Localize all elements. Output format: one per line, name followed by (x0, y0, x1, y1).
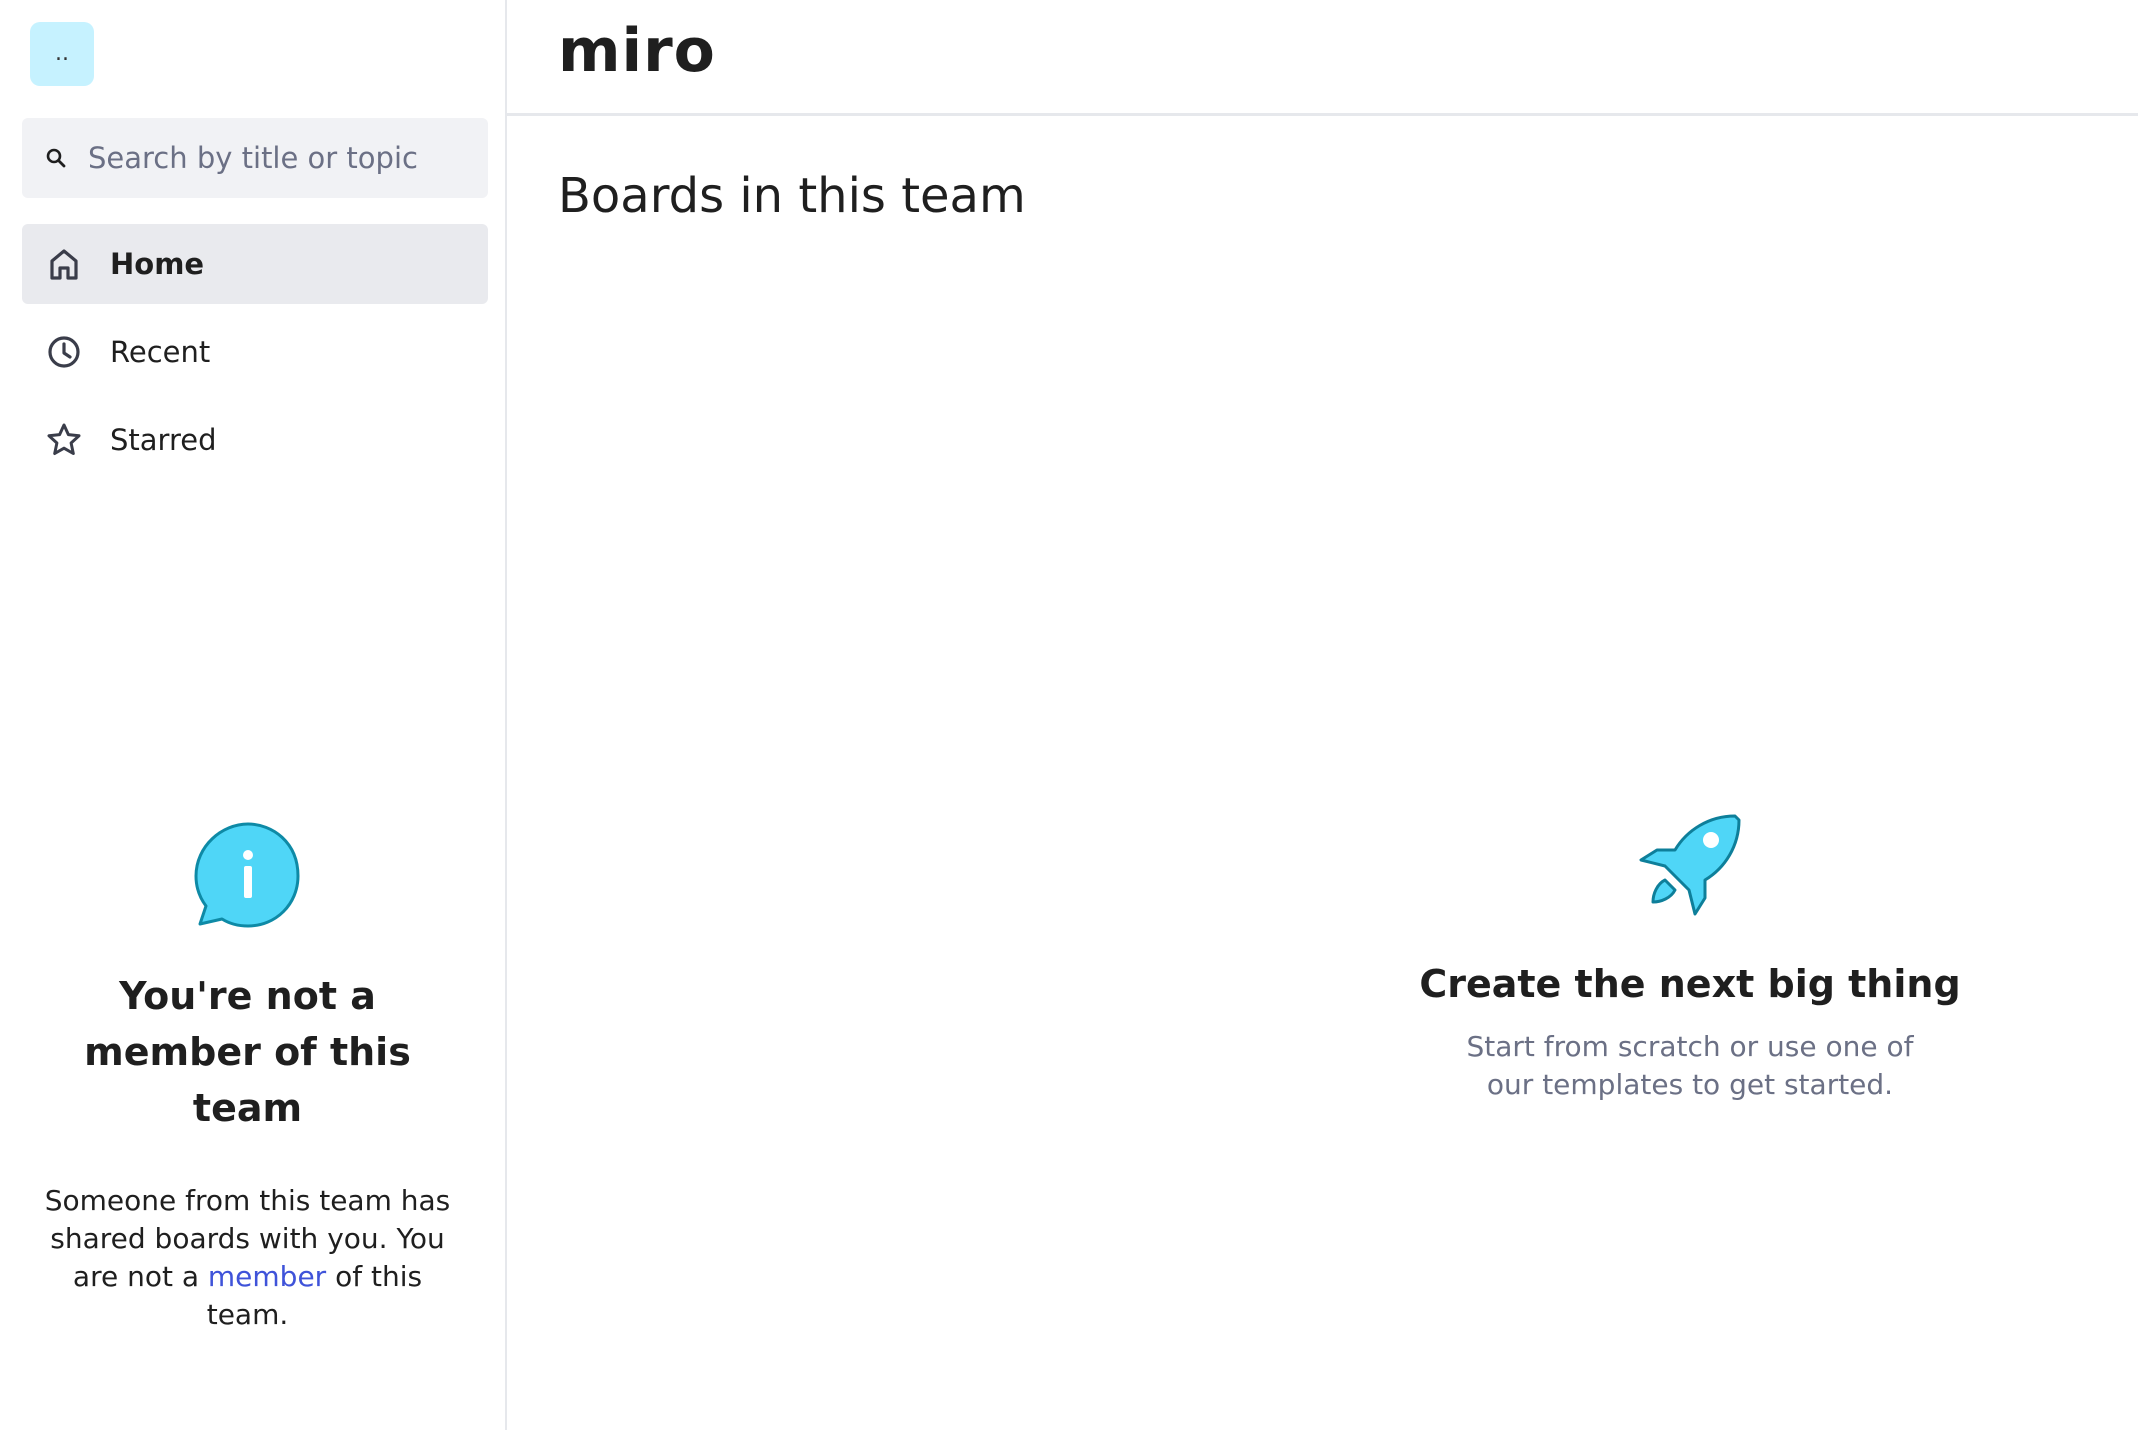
page-title: Boards in this team (558, 168, 1026, 224)
notice-title: You're not a member of this team (84, 974, 411, 1130)
empty-state-title: Create the next big thing (1419, 962, 1961, 1006)
miro-logo[interactable]: miro (558, 16, 716, 86)
not-member-notice: You're not a member of this team Someone… (0, 820, 495, 1334)
sidebar-item-label: Recent (110, 335, 211, 369)
sidebar-item-home[interactable]: Home (22, 224, 488, 304)
team-avatar[interactable]: .. (30, 22, 94, 86)
rocket-icon (1639, 814, 1741, 916)
top-header: miro (507, 0, 2138, 116)
sidebar-item-label: Starred (110, 423, 217, 457)
empty-state: Create the next big thing Start from scr… (1390, 810, 1990, 1104)
clock-icon (44, 332, 84, 372)
info-bubble-icon (194, 822, 299, 928)
sidebar-item-recent[interactable]: Recent (22, 312, 488, 392)
member-link[interactable]: member (208, 1260, 326, 1293)
star-icon (44, 420, 84, 460)
sidebar: .. Home (0, 0, 507, 1430)
home-icon (44, 244, 84, 284)
app: .. Home (0, 0, 2138, 1430)
search-box[interactable] (22, 118, 488, 198)
notice-text: Someone from this team has shared boards… (38, 1182, 458, 1334)
search-input[interactable] (86, 140, 470, 176)
search-icon (44, 146, 68, 170)
sidebar-item-label: Home (110, 247, 205, 281)
sidebar-item-starred[interactable]: Starred (22, 400, 488, 480)
empty-state-text: Start from scratch or use one of our tem… (1466, 1030, 1914, 1101)
